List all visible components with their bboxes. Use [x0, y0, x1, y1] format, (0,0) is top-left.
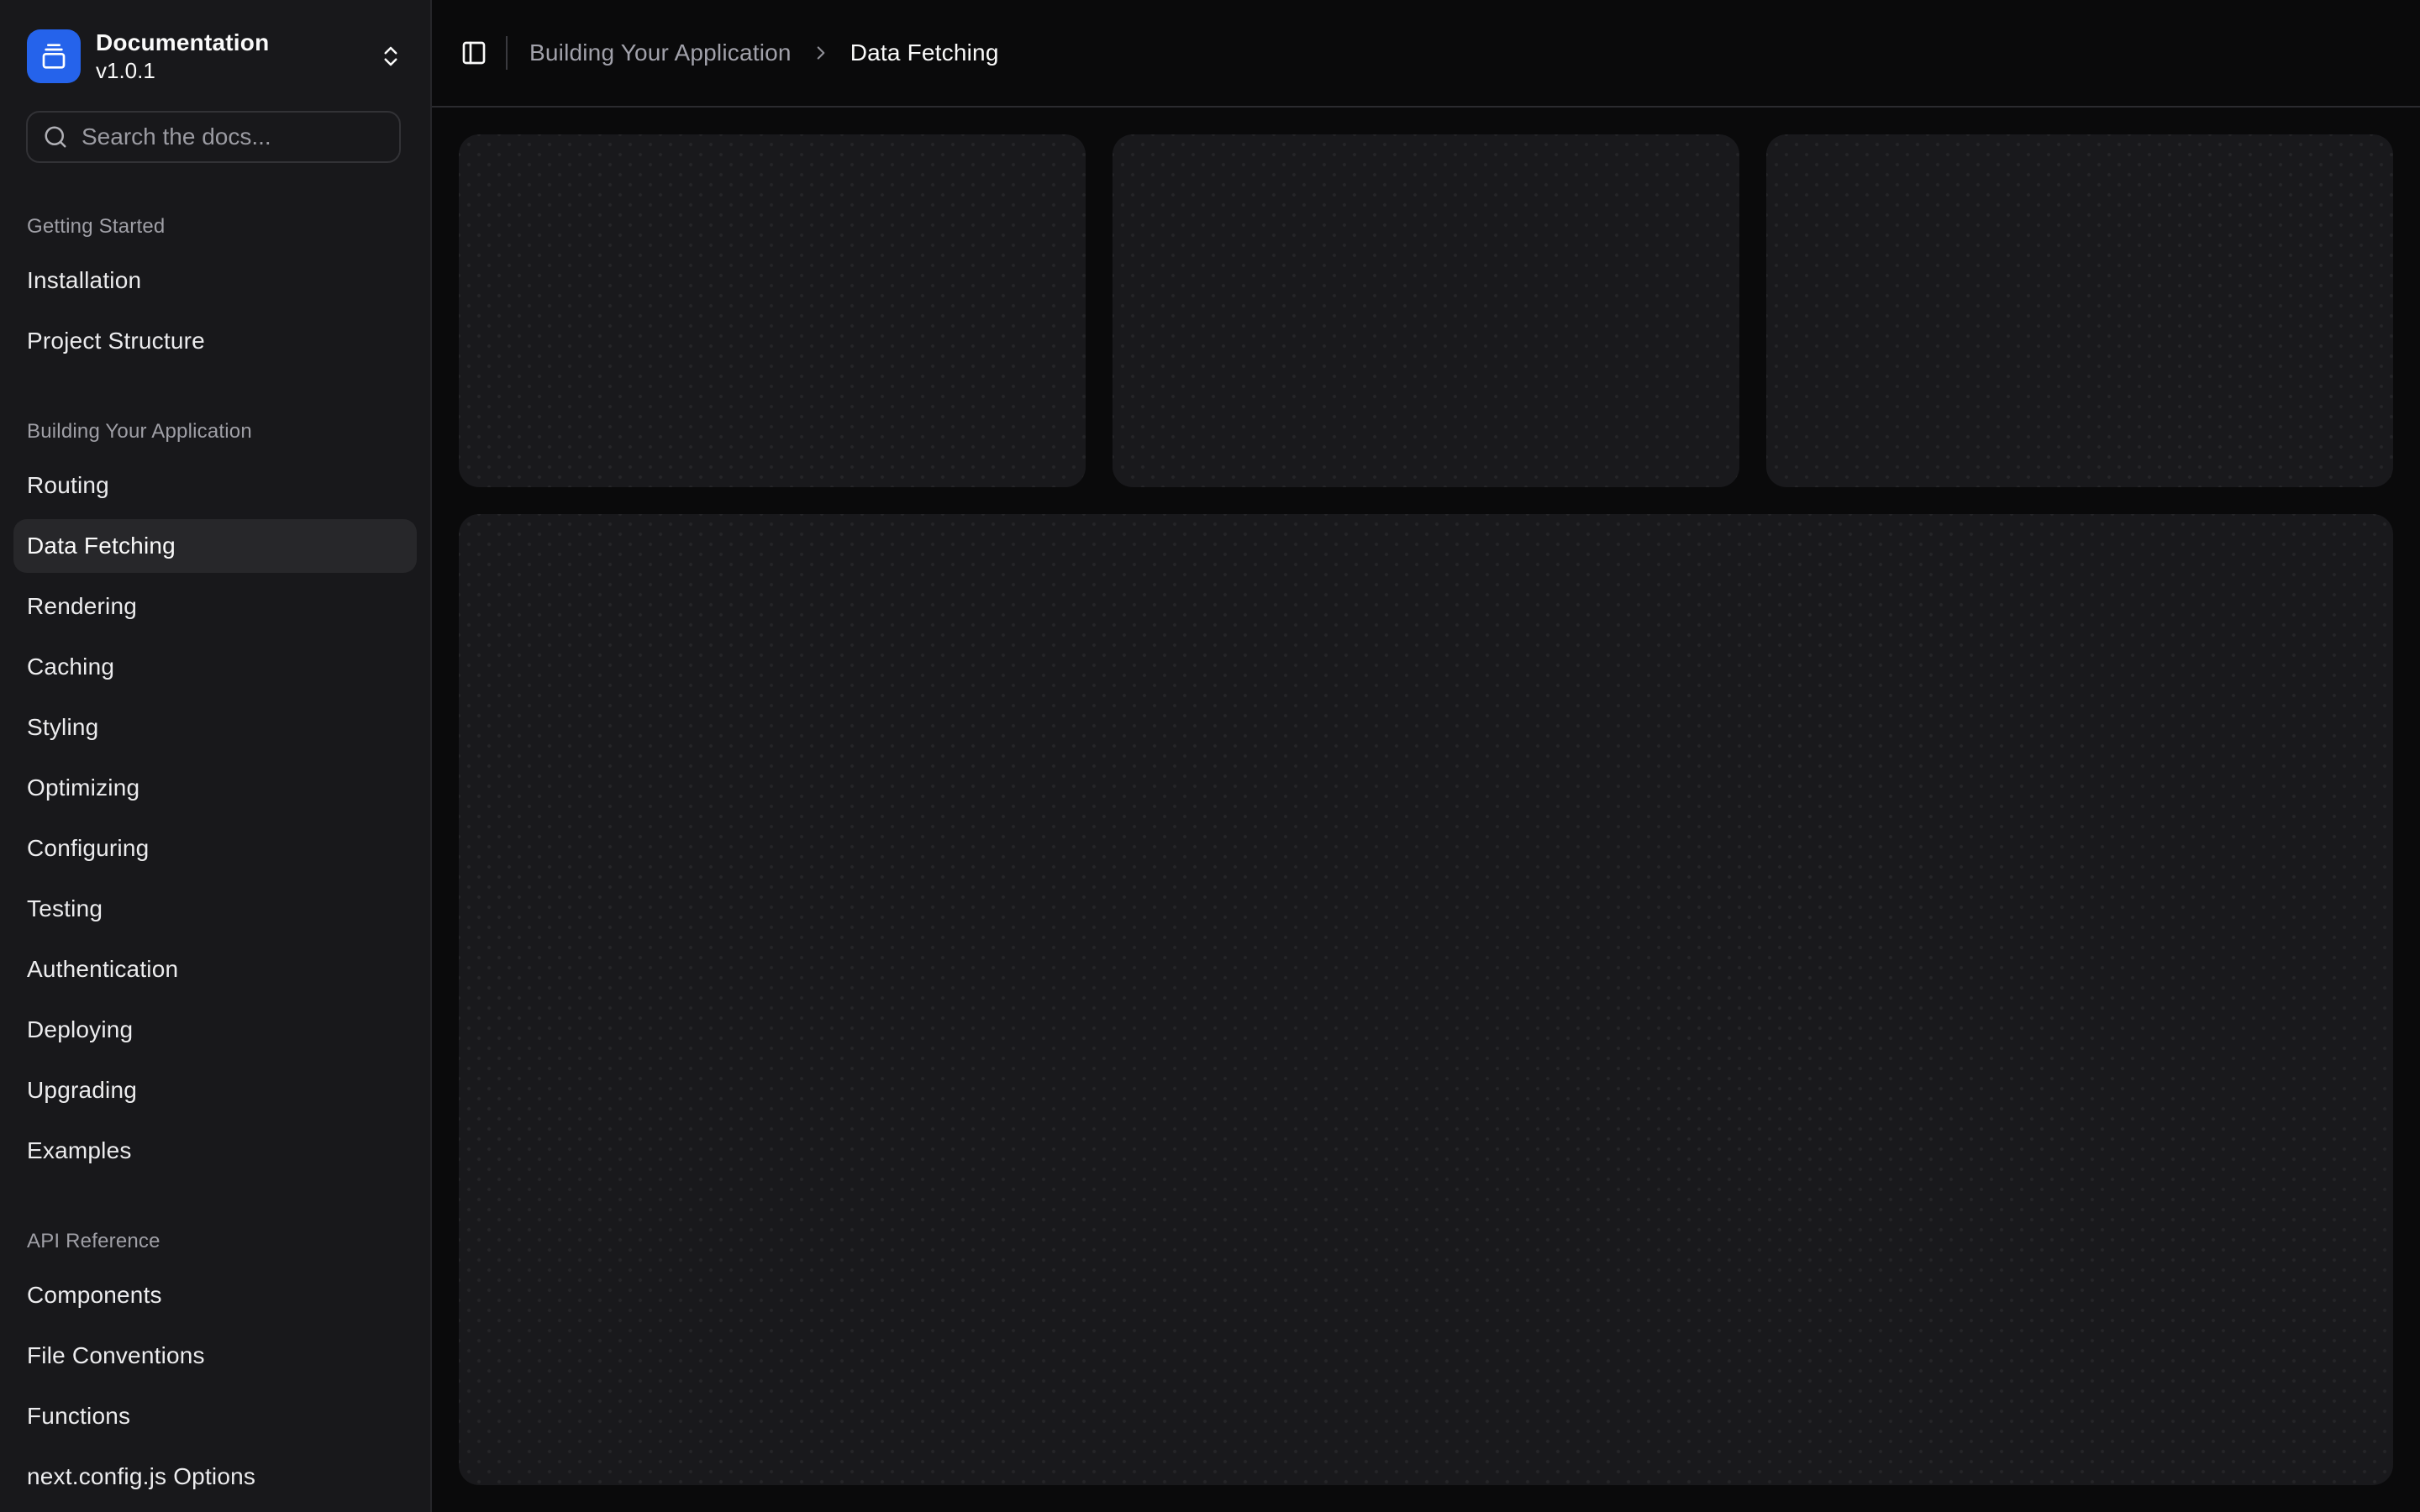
sidebar-header: Documentation v1.0.1	[0, 0, 430, 97]
panel-left-icon	[460, 39, 487, 66]
sidebar-item-styling[interactable]: Styling	[13, 701, 417, 754]
header-separator	[506, 36, 508, 70]
placeholder-card	[1113, 134, 1739, 487]
sidebar-menu: Components File Conventions Functions next.…	[13, 1268, 417, 1504]
placeholder-card-row	[459, 134, 2393, 487]
search-icon	[43, 124, 68, 150]
sidebar-groups: Getting Started Installation Project Struc…	[0, 163, 430, 1512]
search-box	[26, 111, 401, 163]
sidebar: Documentation v1.0.1 Getting Started Inst…	[0, 0, 432, 1512]
sidebar-item-configuring[interactable]: Configuring	[13, 822, 417, 875]
sidebar-group-building-your-application: Building Your Application Routing Data Fet…	[13, 418, 417, 1178]
sidebar-item-caching[interactable]: Caching	[13, 640, 417, 694]
chevrons-up-down-icon	[378, 44, 403, 69]
breadcrumb: Building Your Application Data Fetching	[529, 39, 999, 66]
sidebar-item-routing[interactable]: Routing	[13, 459, 417, 512]
app-logo-icon	[27, 29, 81, 83]
sidebar-item-components[interactable]: Components	[13, 1268, 417, 1322]
page-content	[432, 108, 2420, 1512]
sidebar-item-deploying[interactable]: Deploying	[13, 1003, 417, 1057]
main-area: Building Your Application Data Fetching	[432, 0, 2420, 1512]
app-version: v1.0.1	[96, 57, 269, 84]
sidebar-group-label: Getting Started	[13, 213, 417, 240]
sidebar-group-label: API Reference	[13, 1228, 417, 1255]
sidebar-item-functions[interactable]: Functions	[13, 1389, 417, 1443]
placeholder-card	[459, 134, 1086, 487]
sidebar-group-getting-started: Getting Started Installation Project Struc…	[13, 213, 417, 368]
sidebar-menu: Installation Project Structure	[13, 254, 417, 368]
breadcrumb-current-page: Data Fetching	[850, 39, 999, 66]
sidebar-item-file-conventions[interactable]: File Conventions	[13, 1329, 417, 1383]
placeholder-card	[1766, 134, 2393, 487]
breadcrumb-section-link[interactable]: Building Your Application	[529, 39, 792, 66]
workspace-switcher-button[interactable]: Documentation v1.0.1	[13, 15, 417, 97]
sidebar-group-label: Building Your Application	[13, 418, 417, 445]
sidebar-item-next-config-js-options[interactable]: next.config.js Options	[13, 1450, 417, 1504]
sidebar-group-api-reference: API Reference Components File Conventions F…	[13, 1228, 417, 1504]
sidebar-item-installation[interactable]: Installation	[13, 254, 417, 307]
sidebar-item-authentication[interactable]: Authentication	[13, 942, 417, 996]
sidebar-item-upgrading[interactable]: Upgrading	[13, 1063, 417, 1117]
sidebar-toggle-button[interactable]	[450, 29, 497, 76]
sidebar-item-examples[interactable]: Examples	[13, 1124, 417, 1178]
workspace-info: Documentation v1.0.1	[96, 29, 269, 84]
app-title: Documentation	[96, 29, 269, 57]
main-header: Building Your Application Data Fetching	[432, 0, 2420, 108]
sidebar-menu: Routing Data Fetching Rendering Caching Styl…	[13, 459, 417, 1178]
sidebar-item-data-fetching[interactable]: Data Fetching	[13, 519, 417, 573]
sidebar-item-optimizing[interactable]: Optimizing	[13, 761, 417, 815]
sidebar-item-project-structure[interactable]: Project Structure	[13, 314, 417, 368]
sidebar-item-testing[interactable]: Testing	[13, 882, 417, 936]
sidebar-item-rendering[interactable]: Rendering	[13, 580, 417, 633]
chevron-right-icon	[810, 42, 832, 64]
search-input[interactable]	[82, 123, 384, 150]
placeholder-hero-card	[459, 514, 2393, 1485]
